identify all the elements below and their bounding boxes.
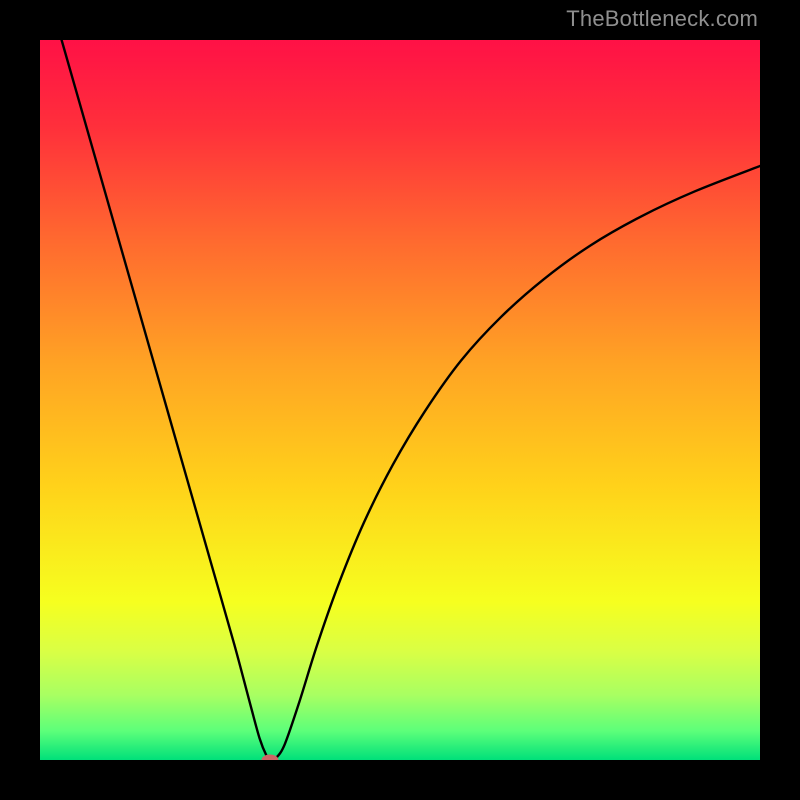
minimum-marker	[262, 755, 279, 761]
watermark-text: TheBottleneck.com	[566, 6, 758, 32]
plot-area	[40, 40, 760, 760]
background-gradient	[40, 40, 760, 760]
chart-frame: TheBottleneck.com	[0, 0, 800, 800]
